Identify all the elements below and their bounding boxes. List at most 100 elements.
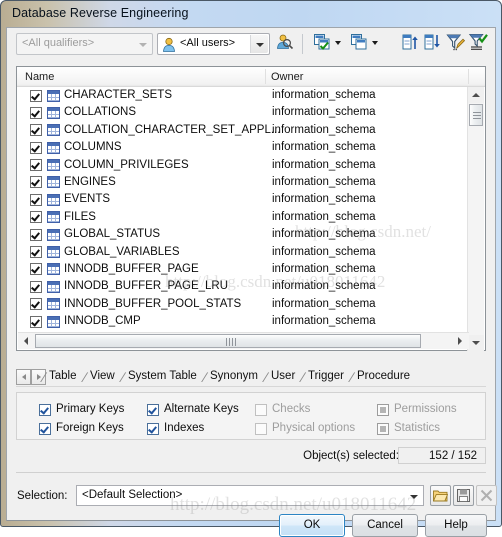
table-row[interactable]: COLUMNS information_schema	[18, 139, 469, 156]
table-row[interactable]: COLLATIONS information_schema	[18, 104, 469, 121]
ok-button[interactable]: OK	[279, 514, 345, 537]
dialog-window: Database Reverse Engineering <All qualif…	[0, 0, 502, 537]
row-checkbox[interactable]	[30, 141, 42, 154]
row-name: CHARACTER_SETS	[64, 89, 172, 101]
table-icon	[47, 176, 60, 189]
table-row[interactable]: GLOBAL_VARIABLES information_schema	[18, 244, 469, 261]
table-row[interactable]: GLOBAL_STATUS information_schema	[18, 226, 469, 243]
tab-trigger[interactable]: ∕ Trigger	[302, 369, 344, 386]
option-label: Primary Keys	[56, 403, 125, 415]
row-owner: information_schema	[272, 262, 376, 275]
tab-scroll-prev-button[interactable]	[16, 369, 31, 385]
row-owner: information_schema	[272, 89, 376, 101]
qualifier-combo[interactable]: <All qualifiers>	[16, 33, 153, 55]
row-owner: information_schema	[272, 175, 376, 188]
option-checkbox	[39, 423, 51, 435]
table-row[interactable]: COLLATION_CHARACTER_SET_APPL... informati…	[18, 122, 469, 139]
row-checkbox[interactable]	[30, 159, 42, 172]
sort-descending-button[interactable]	[422, 32, 444, 54]
user-combo[interactable]: <All users>	[157, 33, 270, 55]
selection-combo-value: <Default Selection>	[82, 489, 183, 501]
tab-divider-icon: ∕	[351, 369, 354, 385]
window-title: Database Reverse Engineering	[12, 6, 189, 20]
column-divider[interactable]	[265, 69, 266, 84]
list-horizontal-scrollbar[interactable]	[18, 332, 469, 349]
qualifier-combo-value: <All qualifiers>	[22, 37, 95, 49]
tab-system-table[interactable]: ∕ System Table	[122, 369, 197, 386]
row-checkbox[interactable]	[30, 124, 42, 137]
table-row[interactable]: INNODB_CMP information_schema	[18, 313, 469, 330]
row-name: EVENTS	[64, 193, 111, 206]
row-name: ENGINES	[64, 175, 116, 188]
row-name: INNODB_CMP	[64, 315, 141, 328]
select-all-button[interactable]	[312, 32, 334, 54]
row-name: INNODB_BUFFER_PAGE	[64, 262, 199, 275]
table-row[interactable]: INNODB_BUFFER_PAGE information_schema	[18, 261, 469, 278]
deselect-all-dropdown[interactable]	[370, 32, 381, 54]
cancel-button[interactable]: Cancel	[352, 514, 418, 537]
row-checkbox[interactable]	[30, 89, 42, 102]
row-checkbox[interactable]	[30, 106, 42, 119]
scroll-up-icon[interactable]	[468, 87, 484, 103]
row-checkbox[interactable]	[30, 246, 42, 259]
column-divider[interactable]	[468, 69, 469, 84]
row-checkbox[interactable]	[30, 298, 42, 311]
row-owner: information_schema	[272, 210, 376, 223]
row-checkbox[interactable]	[30, 280, 42, 293]
select-all-dropdown[interactable]	[333, 32, 344, 54]
row-name: GLOBAL_STATUS	[64, 228, 161, 241]
table-row[interactable]: INNODB_BUFFER_PAGE_LRU information_schema	[18, 278, 469, 295]
row-checkbox[interactable]	[30, 315, 42, 328]
select-all-icon	[312, 34, 332, 55]
row-checkbox[interactable]	[30, 263, 42, 276]
tab-divider-icon: ∕	[265, 369, 268, 385]
user-search-icon	[275, 34, 295, 55]
tab-synonym[interactable]: ∕ Synonym	[204, 369, 258, 386]
row-checkbox[interactable]	[30, 211, 42, 224]
apply-filter-button[interactable]	[468, 32, 490, 54]
table-row[interactable]: COLUMN_PRIVILEGES information_schema	[18, 157, 469, 174]
tab-user[interactable]: ∕ User	[265, 369, 295, 386]
chevron-down-icon	[250, 35, 268, 53]
deselect-all-icon	[349, 34, 369, 55]
find-user-button[interactable]	[275, 32, 297, 54]
list-vertical-scrollbar[interactable]	[467, 87, 484, 351]
row-checkbox[interactable]	[30, 193, 42, 206]
table-row[interactable]: INNODB_BUFFER_POOL_STATS information_sche…	[18, 296, 469, 313]
column-header-owner[interactable]: Owner	[271, 71, 303, 83]
table-row[interactable]: CHARACTER_SETS information_schema	[18, 87, 469, 104]
horizontal-scroll-thumb[interactable]	[35, 334, 421, 348]
edit-filter-button[interactable]	[445, 32, 467, 54]
title-bar: Database Reverse Engineering	[1, 1, 501, 29]
vertical-scroll-thumb[interactable]	[469, 104, 483, 126]
row-owner: information_schema	[272, 193, 376, 206]
options-group: Primary Keys Foreign Keys Alternate Keys In…	[16, 392, 486, 440]
save-selection-button[interactable]	[453, 485, 474, 506]
tab-table[interactable]: ∕ Table	[43, 369, 77, 386]
row-checkbox[interactable]	[30, 228, 42, 241]
tab-view[interactable]: ∕ View	[84, 369, 115, 386]
row-owner: information_schema	[272, 141, 376, 154]
scroll-left-icon[interactable]	[18, 333, 34, 349]
open-selection-button[interactable]	[430, 485, 451, 506]
object-list[interactable]: Name Owner CHARACTER_SETS information_sch…	[16, 66, 486, 351]
sort-ascending-button[interactable]	[400, 32, 422, 54]
deselect-all-button[interactable]	[349, 32, 371, 54]
tab-divider-icon: ∕	[122, 369, 125, 385]
selection-combo[interactable]: <Default Selection>	[76, 485, 424, 506]
row-checkbox[interactable]	[30, 176, 42, 189]
table-row[interactable]: EVENTS information_schema	[18, 191, 469, 208]
scroll-down-icon[interactable]	[468, 335, 484, 351]
row-name: COLUMNS	[64, 141, 122, 154]
option-checkbox	[255, 423, 267, 435]
help-button[interactable]: Help	[425, 514, 487, 537]
tab-procedure[interactable]: ∕ Procedure	[351, 369, 410, 386]
chevron-down-icon	[134, 35, 151, 53]
table-row[interactable]: ENGINES information_schema	[18, 174, 469, 191]
table-row[interactable]: FILES information_schema	[18, 209, 469, 226]
scroll-right-icon[interactable]	[453, 333, 469, 349]
option-checkbox	[377, 423, 389, 435]
column-header-name[interactable]: Name	[25, 71, 54, 83]
toolbar: <All qualifiers> <All users>	[7, 28, 495, 60]
option-checkbox	[147, 404, 159, 416]
